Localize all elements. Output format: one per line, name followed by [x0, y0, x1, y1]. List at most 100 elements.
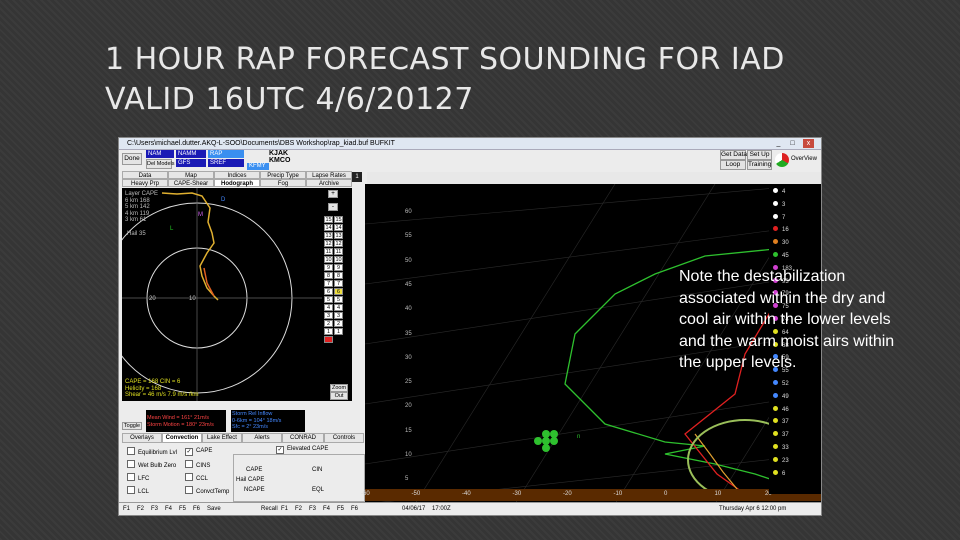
function-key-button[interactable]: Recall — [261, 503, 278, 515]
level-number-button[interactable]: 12 — [334, 240, 343, 247]
station-kmco[interactable]: KMCO — [269, 157, 290, 165]
tab-cape-shear[interactable]: CAPE-Shear — [168, 179, 214, 187]
side-value-row: 23 — [773, 456, 789, 464]
checkbox-equilibrium-lvl[interactable]: Equilibrium Lvl — [127, 447, 177, 457]
del-models-button[interactable]: Del Models — [146, 159, 175, 169]
get-data-button[interactable]: Get Data — [720, 150, 747, 160]
zoom-button[interactable]: Zoom — [330, 384, 348, 392]
level-number-button[interactable]: 8 — [324, 272, 333, 279]
tab-data[interactable]: Data — [122, 171, 168, 179]
level-number-button[interactable]: 3 — [324, 312, 333, 319]
checkbox-ccl[interactable]: CCL — [185, 473, 208, 483]
tab-overlays[interactable]: Overlays — [122, 433, 162, 443]
tab-archive[interactable]: Archive — [306, 179, 352, 187]
tab-precip-type[interactable]: Precip Type — [260, 171, 306, 179]
tab-fog[interactable]: Fog — [260, 179, 306, 187]
level-number-button[interactable]: 13 — [324, 232, 333, 239]
level-number-button[interactable]: 12 — [324, 240, 333, 247]
level-number-button[interactable]: 14 — [334, 224, 343, 231]
level-number-button[interactable]: 13 — [334, 232, 343, 239]
level-number-button[interactable]: 11 — [334, 248, 343, 255]
level-number-button[interactable]: 1 — [334, 328, 343, 335]
function-key-button[interactable]: F1 — [123, 503, 130, 515]
function-key-button[interactable]: F6 — [351, 503, 358, 515]
level-number-button[interactable]: 15 — [334, 216, 343, 223]
model-box-sref[interactable]: SREF — [208, 159, 244, 167]
level-number-button[interactable]: 9 — [334, 264, 343, 271]
function-key-button[interactable]: F1 — [281, 503, 288, 515]
plus-button[interactable]: + — [328, 190, 338, 198]
level-number-button[interactable]: 8 — [334, 272, 343, 279]
function-key-button[interactable]: Save — [207, 503, 221, 515]
function-key-button[interactable]: F4 — [323, 503, 330, 515]
level-number-button[interactable]: 5 — [334, 296, 343, 303]
level-number-button[interactable]: 1 — [324, 328, 333, 335]
level-number-button[interactable]: 4 — [324, 304, 333, 311]
function-key-button[interactable]: F5 — [337, 503, 344, 515]
overview-label[interactable]: OverView — [791, 156, 817, 162]
level-number-button[interactable]: 3 — [334, 312, 343, 319]
tab-controls[interactable]: Controls — [324, 433, 364, 443]
checkbox-elevated-cape[interactable]: ✓ Elevated CAPE — [276, 445, 328, 454]
overview-icon[interactable] — [775, 153, 789, 167]
level-number-button[interactable]: 9 — [324, 264, 333, 271]
function-key-button[interactable]: F4 — [165, 503, 172, 515]
tab-heavy-prp[interactable]: Heavy Prp — [122, 179, 168, 187]
green-dot-cluster — [534, 430, 558, 452]
checkbox-cape[interactable]: ✓ CAPE — [185, 447, 212, 456]
status-time: 17:00Z — [432, 506, 451, 512]
function-key-button[interactable]: F3 — [151, 503, 158, 515]
minimize-button[interactable]: _ — [773, 139, 784, 148]
function-key-button[interactable]: F2 — [137, 503, 144, 515]
model-box-namm[interactable]: NAMM — [176, 150, 206, 158]
tab-convection[interactable]: Convection — [162, 433, 202, 443]
height-tick-label: 30 — [405, 354, 412, 361]
loop-button[interactable]: Loop — [720, 160, 746, 170]
level-number-button[interactable]: 6 — [324, 288, 333, 295]
set-up-button[interactable]: Set Up — [747, 150, 772, 160]
side-value-row: 37 — [773, 418, 789, 425]
level-number-button[interactable]: 2 — [334, 320, 343, 327]
checkbox-cins[interactable]: CINS — [185, 460, 210, 470]
model-box-nam[interactable]: NAM — [146, 150, 174, 158]
tab-map[interactable]: Map — [168, 171, 214, 179]
tab-hodograph[interactable]: Hodograph — [214, 179, 260, 187]
toggle-button[interactable]: Toggle — [122, 422, 142, 430]
function-key-button[interactable]: F3 — [309, 503, 316, 515]
level-number-button[interactable]: 15 — [324, 216, 333, 223]
level-number-button[interactable]: 10 — [334, 256, 343, 263]
done-button[interactable]: Done — [122, 153, 142, 165]
level-number-button[interactable]: 4 — [334, 304, 343, 311]
level-number-button[interactable]: 7 — [334, 280, 343, 287]
model-box-gfs[interactable]: GFS — [176, 159, 206, 167]
checkbox-lfc[interactable]: LFC — [127, 473, 149, 483]
level-number-button[interactable]: 5 — [324, 296, 333, 303]
level-number-button[interactable]: 14 — [324, 224, 333, 231]
counter-box[interactable]: 1 — [352, 172, 362, 182]
minus-button[interactable]: - — [328, 203, 338, 211]
tab-alerts[interactable]: Alerts — [242, 433, 282, 443]
checkbox-lcl[interactable]: LCL — [127, 486, 149, 496]
level-number-button[interactable]: 6 — [334, 288, 343, 295]
height-tick-label: 35 — [405, 330, 412, 337]
checkbox-convcttemp[interactable]: ConvctTemp — [185, 486, 229, 496]
level-number-button[interactable]: 11 — [324, 248, 333, 255]
model-box-rap[interactable]: RAP — [208, 150, 244, 158]
out-button[interactable]: Out — [330, 392, 348, 400]
training-button[interactable]: Training — [747, 160, 772, 170]
level-number-button[interactable]: 10 — [324, 256, 333, 263]
tab-lapse-rates[interactable]: Lapse Rates — [306, 171, 352, 179]
level-number-button[interactable]: 2 — [324, 320, 333, 327]
tab-lake-effect[interactable]: Lake Effect — [202, 433, 242, 443]
checkbox-wet-bulb-zero[interactable]: Wet Bulb Zero — [127, 460, 176, 470]
level-number-button[interactable]: 7 — [324, 280, 333, 287]
maximize-button[interactable]: □ — [787, 139, 798, 148]
slide-title-line1: 1 HOUR RAP FORECAST SOUNDING FOR IAD — [105, 42, 785, 77]
function-key-button[interactable]: F6 — [193, 503, 200, 515]
function-key-button[interactable]: F2 — [295, 503, 302, 515]
function-key-button[interactable]: F5 — [179, 503, 186, 515]
close-button[interactable]: x — [803, 139, 814, 148]
tab-conrad[interactable]: CONRAD — [282, 433, 324, 443]
tab-indices[interactable]: Indices — [214, 171, 260, 179]
station-kfmy-selected[interactable]: KFMY — [247, 163, 269, 170]
